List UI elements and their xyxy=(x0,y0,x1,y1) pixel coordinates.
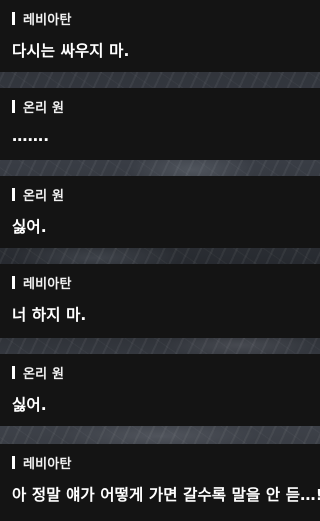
speaker-row: 온리 원 xyxy=(12,186,308,204)
speaker-name: 온리 원 xyxy=(23,188,65,204)
speaker-name: 레비아탄 xyxy=(23,12,72,28)
dialogue-box[interactable]: 레비아탄 너 하지 마. xyxy=(0,264,320,338)
dialogue-text: ……. xyxy=(12,127,50,145)
speaker-marker xyxy=(12,275,15,289)
dialogue-box[interactable]: 온리 원 ……. xyxy=(0,88,320,160)
speaker-row: 레비아탄 xyxy=(12,10,308,28)
speaker-marker xyxy=(12,187,15,201)
speaker-row: 온리 원 xyxy=(12,364,308,382)
speaker-row: 온리 원 xyxy=(12,98,308,116)
dialogue-box[interactable]: 온리 원 싫어. xyxy=(0,176,320,248)
speaker-marker xyxy=(12,11,15,25)
dialogue-text: 싫어. xyxy=(12,218,47,236)
speaker-name: 온리 원 xyxy=(23,100,65,116)
speaker-marker xyxy=(12,455,15,469)
background-artwork xyxy=(0,0,320,521)
speaker-marker xyxy=(12,99,15,113)
dialogue-text: 아 정말 얘가 어떻게 가면 갈수록 말을 안 듣…! xyxy=(12,486,320,504)
speaker-name: 레비아탄 xyxy=(23,456,72,472)
dialogue-text: 다시는 싸우지 마. xyxy=(12,42,130,60)
dialogue-text: 싫어. xyxy=(12,396,47,414)
dialogue-box[interactable]: 레비아탄 다시는 싸우지 마. xyxy=(0,0,320,72)
dialogue-box[interactable]: 온리 원 싫어. xyxy=(0,354,320,426)
speaker-row: 레비아탄 xyxy=(12,454,308,472)
dialogue-text: 너 하지 마. xyxy=(12,306,87,324)
speaker-marker xyxy=(12,365,15,379)
speaker-name: 레비아탄 xyxy=(23,276,72,292)
speaker-name: 온리 원 xyxy=(23,366,65,382)
speaker-row: 레비아탄 xyxy=(12,274,308,292)
dialogue-box[interactable]: 레비아탄 아 정말 얘가 어떻게 가면 갈수록 말을 안 듣…! xyxy=(0,444,320,521)
